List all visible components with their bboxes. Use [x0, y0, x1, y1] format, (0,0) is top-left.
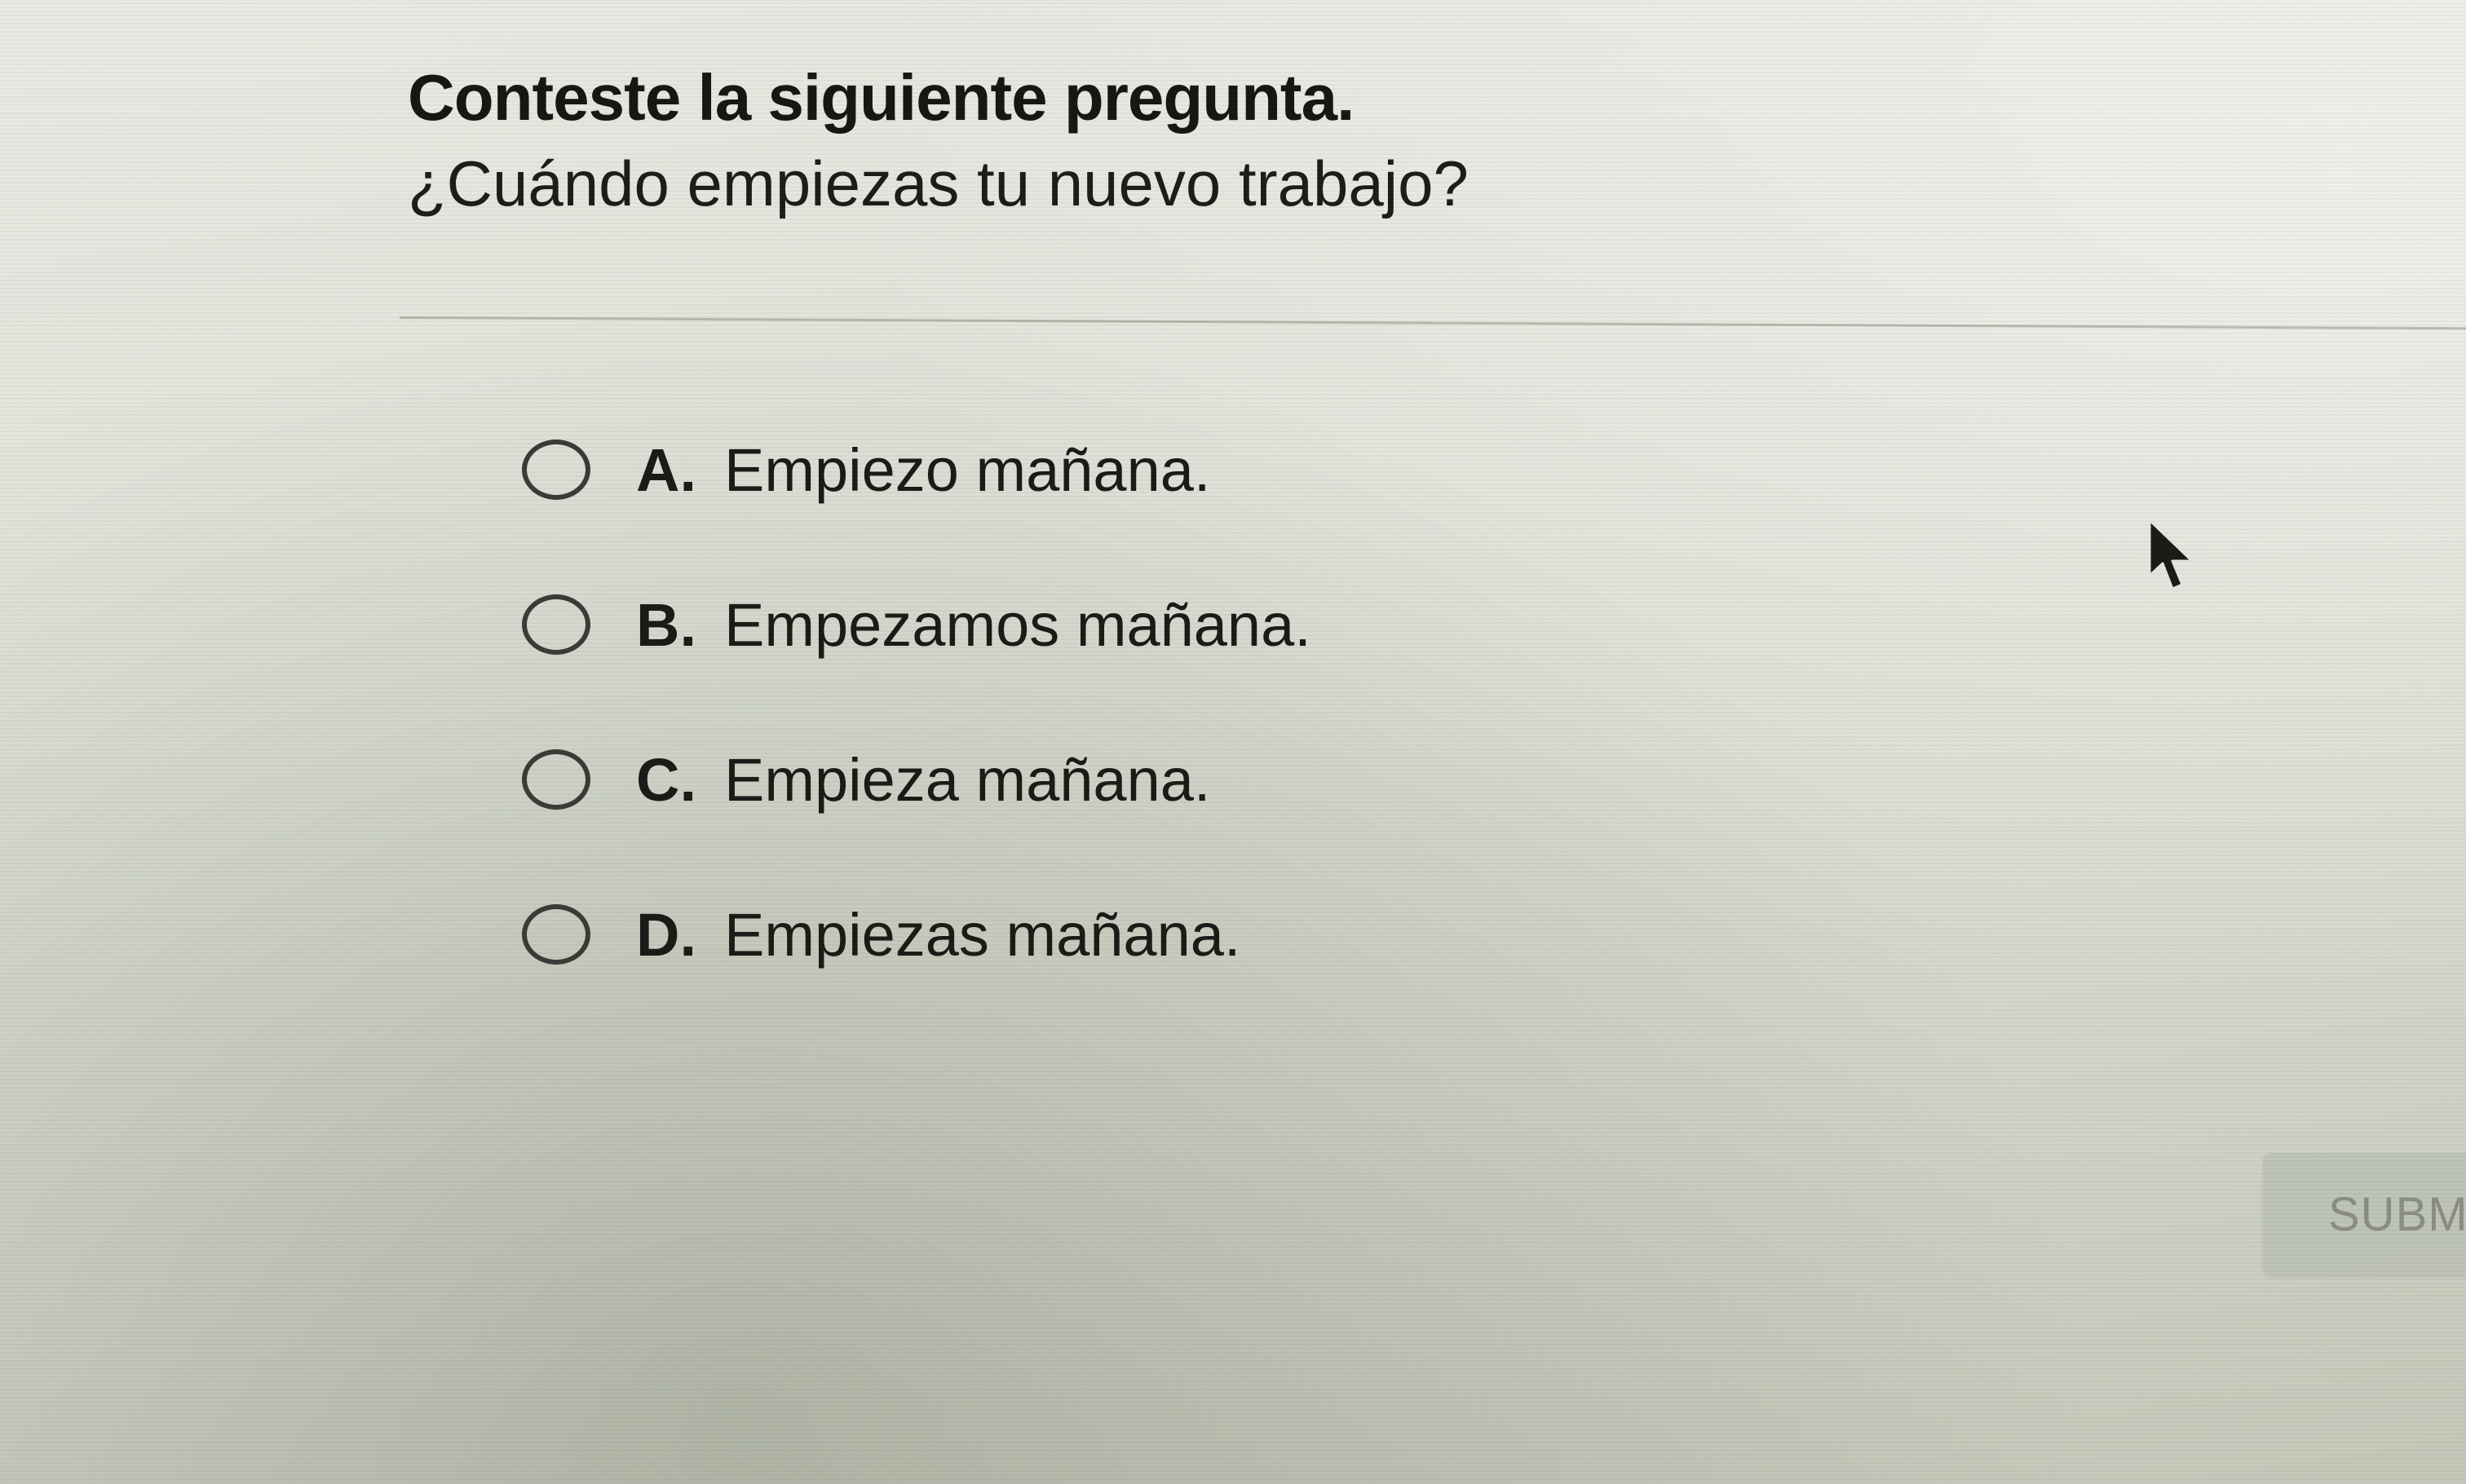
radio-unchecked-icon[interactable]: [522, 594, 590, 655]
radio-unchecked-icon[interactable]: [522, 439, 590, 500]
divider: [399, 316, 2466, 330]
radio-unchecked-icon[interactable]: [522, 749, 590, 810]
radio-unchecked-icon[interactable]: [522, 904, 590, 965]
option-d[interactable]: D. Empiezas mañana.: [522, 897, 1311, 972]
option-c[interactable]: C. Empieza mañana.: [522, 742, 1311, 817]
option-text: Empezamos mañana.: [724, 590, 1311, 659]
answer-options: A. Empiezo mañana. B. Empezamos mañana. …: [522, 432, 1311, 1052]
option-letter: D.: [636, 900, 696, 969]
option-text: Empiezas mañana.: [724, 900, 1241, 969]
option-letter: C.: [636, 745, 696, 814]
option-text: Empiezo mañana.: [724, 435, 1211, 504]
option-text: Empieza mañana.: [724, 745, 1211, 814]
mouse-pointer-icon: [2148, 519, 2194, 590]
option-letter: B.: [636, 590, 696, 659]
question-header: Conteste la siguiente pregunta. ¿Cuándo …: [408, 57, 1469, 228]
question-instruction: Conteste la siguiente pregunta.: [408, 61, 1355, 134]
question-prompt: ¿Cuándo empiezas tu nuevo trabajo?: [408, 148, 1469, 219]
option-letter: A.: [636, 435, 696, 504]
option-b[interactable]: B. Empezamos mañana.: [522, 587, 1311, 662]
option-a[interactable]: A. Empiezo mañana.: [522, 432, 1311, 507]
submit-button[interactable]: SUBM: [2263, 1153, 2466, 1275]
